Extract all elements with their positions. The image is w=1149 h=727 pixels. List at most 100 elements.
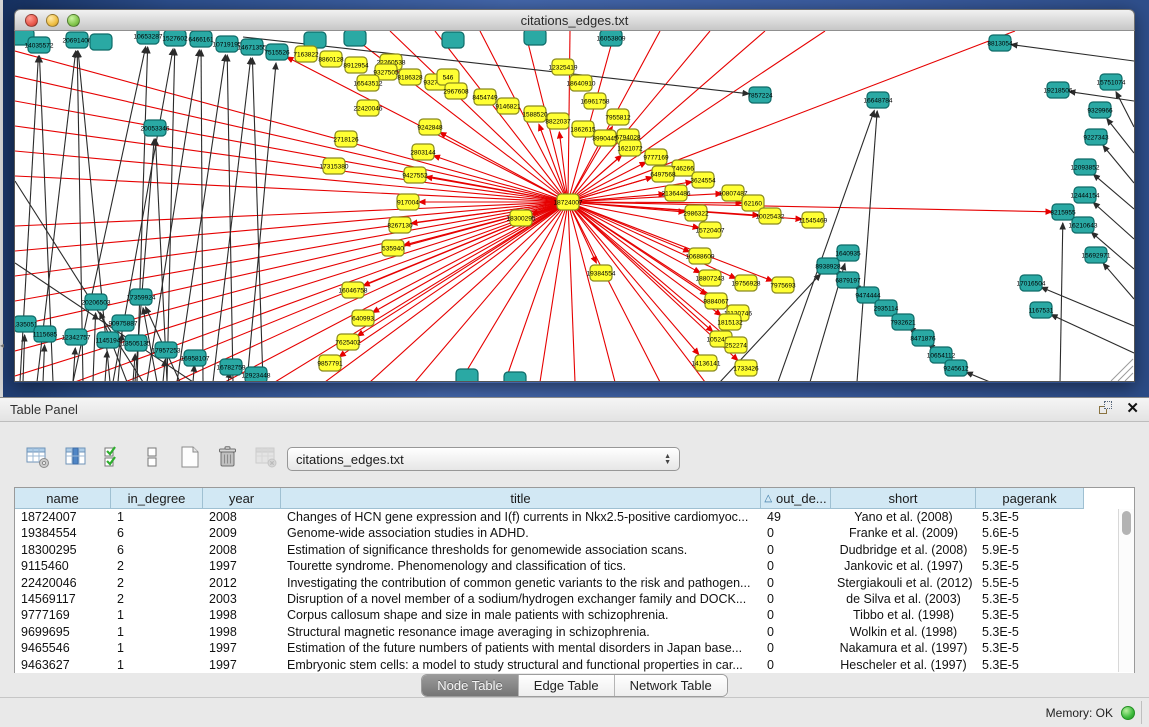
graph-node[interactable]: 22420046 — [354, 100, 383, 116]
graph-node[interactable]: 20206503 — [82, 294, 111, 310]
graph-node[interactable]: 1640935 — [835, 245, 861, 261]
graph-node[interactable]: 16210643 — [1069, 217, 1098, 233]
graph-edge[interactable] — [1107, 119, 1134, 153]
graph-edge[interactable] — [15, 202, 568, 226]
graph-node[interactable]: 8912954 — [343, 57, 369, 73]
graph-node[interactable]: 7163822 — [293, 46, 319, 62]
graph-node[interactable]: 9777169 — [643, 149, 669, 165]
graph-node[interactable]: 2718126 — [333, 131, 359, 147]
graph-node[interactable]: 21364486 — [662, 185, 691, 201]
graph-edge[interactable] — [275, 202, 568, 382]
graph-node[interactable]: 6497568 — [650, 166, 676, 182]
new-table-button[interactable] — [176, 445, 204, 473]
graph-node[interactable]: 252274 — [725, 337, 747, 353]
graph-node[interactable]: 16648784 — [864, 92, 893, 108]
tab-network-table[interactable]: Network Table — [615, 675, 727, 696]
graph-edge[interactable] — [43, 345, 45, 382]
table-row[interactable]: 2242004622012Investigating the contribut… — [15, 575, 1134, 591]
graph-node[interactable]: 8990445 — [592, 130, 618, 146]
graph-node[interactable]: 18724007 — [554, 194, 583, 210]
graph-edge[interactable] — [1060, 223, 1063, 382]
graph-node[interactable] — [442, 32, 464, 48]
graph-node[interactable]: 7625402 — [335, 334, 361, 350]
graph-node[interactable]: 1145194 — [96, 332, 121, 348]
column-header-pagerank[interactable]: pagerank — [976, 488, 1084, 509]
graph-node[interactable]: 16958107 — [181, 350, 210, 366]
graph-node[interactable]: 19218506 — [1044, 82, 1073, 98]
graph-edge[interactable] — [568, 202, 700, 273]
table-row[interactable]: 1830029562008Estimation of significance … — [15, 542, 1134, 558]
graph-node[interactable]: 9242848 — [417, 119, 443, 135]
graph-node[interactable]: 1527602 — [162, 31, 188, 46]
graph-edge[interactable] — [339, 202, 568, 357]
memory-status-indicator[interactable] — [1121, 706, 1135, 720]
graph-edge[interactable] — [15, 263, 193, 382]
graph-node[interactable]: 18807243 — [696, 270, 725, 286]
graph-node[interactable]: 15720407 — [696, 222, 725, 238]
graph-node[interactable]: 8186328 — [397, 69, 423, 85]
graph-node[interactable]: 8267130 — [387, 217, 413, 233]
table-row[interactable]: 946554611997Estimation of the future num… — [15, 640, 1134, 656]
graph-node[interactable]: 7857224 — [747, 87, 773, 103]
graph-node[interactable]: 8938928 — [815, 258, 841, 274]
graph-edge[interactable] — [93, 313, 96, 382]
vertical-scrollbar[interactable] — [1118, 509, 1134, 672]
graph-node[interactable]: 15692971 — [1082, 247, 1111, 263]
graph-node[interactable]: 16046758 — [339, 282, 368, 298]
table-row[interactable]: 1456911722003Disruption of a novel membe… — [15, 591, 1134, 607]
splitter-collapse-icon[interactable]: ◂ — [0, 342, 4, 350]
graph-edge[interactable] — [1093, 202, 1134, 239]
graph-node[interactable]: 12093852 — [1071, 159, 1100, 175]
graph-node[interactable]: 6879197 — [835, 272, 861, 288]
graph-edge[interactable] — [1103, 263, 1134, 299]
graph-node[interactable]: 9329966 — [1087, 102, 1113, 118]
unselect-all-button[interactable] — [138, 445, 166, 473]
graph-node[interactable]: 12325419 — [549, 59, 578, 75]
graph-node[interactable]: 1115685 — [33, 326, 58, 342]
graph-node[interactable]: 1167531 — [1029, 302, 1054, 318]
graph-node[interactable]: 8215955 — [1050, 204, 1076, 220]
tab-edge-table[interactable]: Edge Table — [519, 675, 615, 696]
graph-node[interactable]: 8454749 — [472, 89, 498, 105]
graph-node[interactable]: 1815132 — [717, 314, 743, 330]
graph-edge[interactable] — [1011, 44, 1134, 61]
graph-edge[interactable] — [1103, 145, 1134, 183]
graph-node[interactable]: 10653287 — [134, 31, 163, 44]
graph-node[interactable]: 8860128 — [318, 51, 344, 67]
graph-node[interactable]: 12342757 — [62, 329, 91, 345]
column-header-name[interactable]: name — [15, 488, 111, 509]
graph-node[interactable]: 14671355 — [238, 39, 267, 55]
graph-node[interactable]: 8471876 — [910, 330, 936, 346]
column-header-year[interactable]: year — [203, 488, 281, 509]
column-header-short[interactable]: short — [831, 488, 976, 509]
graph-node[interactable]: 7932621 — [890, 314, 916, 330]
graph-node[interactable]: 9245612 — [943, 360, 969, 376]
graph-node[interactable]: 1588520 — [522, 106, 548, 122]
graph-edge[interactable] — [15, 202, 568, 376]
graph-node[interactable]: 11545469 — [799, 212, 828, 228]
graph-edge[interactable] — [415, 202, 568, 382]
graph-node[interactable]: 17359924 — [127, 289, 156, 305]
show-columns-button[interactable] — [62, 445, 90, 473]
graph-edge[interactable] — [568, 31, 1015, 202]
table-row[interactable]: 969969511998Structural magnetic resonanc… — [15, 624, 1134, 640]
graph-edge[interactable] — [23, 335, 25, 382]
column-header-title[interactable]: title — [281, 488, 761, 509]
table-row[interactable]: 911546021997Tourette syndrome. Phenomeno… — [15, 558, 1134, 574]
graph-node[interactable]: 18300295 — [507, 210, 536, 226]
delete-button[interactable] — [214, 445, 242, 473]
graph-node[interactable]: 9146821 — [495, 98, 521, 114]
graph-node[interactable]: 8813054 — [987, 35, 1013, 51]
graph-node[interactable]: 12923448 — [242, 367, 271, 382]
graph-edge[interactable] — [1069, 92, 1134, 101]
delete-table-button[interactable] — [252, 445, 280, 473]
graph-node[interactable] — [344, 31, 366, 46]
column-header-out_de[interactable]: △out_de... — [761, 488, 831, 509]
graph-node[interactable]: 640993 — [352, 310, 374, 326]
graph-node[interactable]: 19384554 — [587, 265, 616, 281]
graph-node[interactable]: 7515526 — [264, 44, 290, 60]
window-titlebar[interactable]: citations_edges.txt — [14, 9, 1135, 31]
scrollbar-thumb[interactable] — [1122, 511, 1131, 535]
graph-node[interactable]: 17016504 — [1017, 275, 1046, 291]
citation-network-graph[interactable]: 1403557220691406106532871527602646616110… — [15, 31, 1134, 382]
